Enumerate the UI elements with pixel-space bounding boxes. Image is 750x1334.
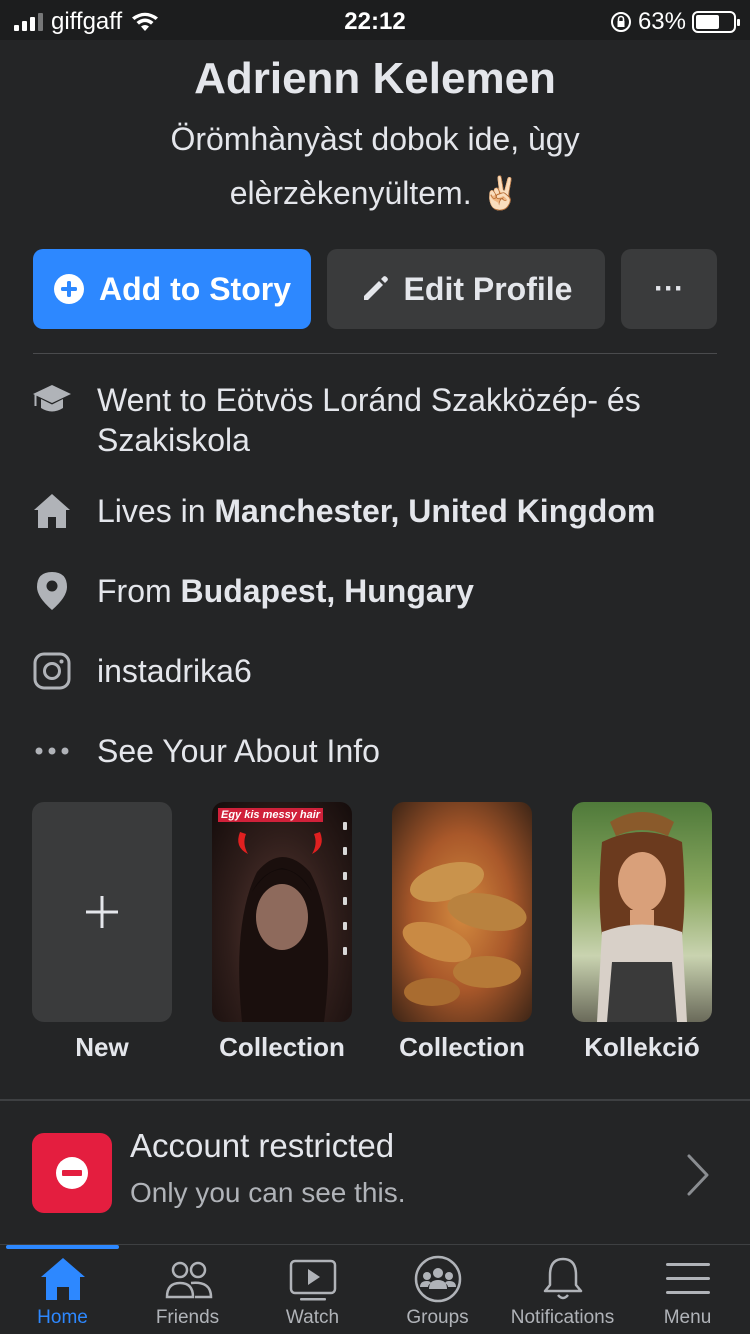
highlight-collection-2[interactable] [392, 802, 532, 1022]
friends-icon [165, 1261, 212, 1299]
from-prefix: From [97, 573, 181, 609]
highlight-thumbnail [392, 802, 532, 1022]
home-icon [32, 491, 72, 531]
info-education[interactable]: Went to Eötvös Loránd Szakközép- és Szak… [32, 380, 722, 460]
account-restricted-row[interactable]: Account restricted Only you can see this… [0, 1101, 750, 1244]
more-icon: ··· [654, 272, 684, 305]
edit-profile-button[interactable]: Edit Profile [327, 249, 605, 329]
tab-friends[interactable]: Friends [125, 1255, 250, 1329]
restricted-subtitle: Only you can see this. [130, 1177, 406, 1208]
see-about-label: See Your About Info [97, 733, 380, 769]
highlight-new[interactable] [32, 802, 172, 1022]
highlight-thumbnail: Egy kis messy hair [212, 802, 352, 1022]
battery-percent: 63% [637, 8, 686, 35]
orientation-lock-icon [610, 12, 631, 32]
highlight-overlay-text: Egy kis messy hair [218, 808, 324, 822]
watch-icon [289, 1259, 336, 1301]
highlight-label: New [75, 1032, 129, 1062]
info-from[interactable]: From Budapest, Hungary [32, 571, 722, 611]
from-location: Budapest, Hungary [180, 573, 474, 609]
more-dots-icon [32, 731, 72, 771]
add-to-story-button[interactable]: Add to Story [33, 249, 311, 329]
highlight-collection-1[interactable]: Egy kis messy hair [212, 802, 352, 1022]
instagram-icon [32, 651, 72, 691]
tab-notifications[interactable]: Notifications [500, 1255, 625, 1329]
add-to-story-label: Add to Story [99, 270, 291, 307]
bio-line-1: Örömhànyàst dobok ide, ùgy [170, 121, 580, 157]
education-prefix: Went to [97, 382, 216, 418]
tab-watch[interactable]: Watch [250, 1255, 375, 1329]
chevron-right-icon [687, 1154, 709, 1196]
tab-notifications-label: Notifications [510, 1307, 615, 1328]
tab-watch-label: Watch [285, 1307, 340, 1328]
highlight-label: Collection [219, 1032, 345, 1062]
battery-icon [692, 11, 740, 33]
groups-icon [414, 1255, 461, 1303]
status-bar: giffgaff 22:12 63% [0, 0, 750, 40]
tab-friends-label: Friends [155, 1307, 220, 1328]
bio-line-2: elèrzèkenyültem. ✌🏻 [229, 175, 521, 211]
tab-menu-label: Menu [663, 1307, 712, 1328]
restricted-title: Account restricted [130, 1127, 395, 1164]
tab-menu[interactable]: Menu [625, 1255, 750, 1329]
pencil-icon [363, 276, 388, 300]
edit-profile-label: Edit Profile [403, 270, 573, 307]
plus-icon [86, 896, 118, 928]
tab-home-label: Home [37, 1307, 88, 1328]
profile-bio: Örömhànyàst dobok ide, ùgy elèrzèkenyült… [100, 112, 650, 220]
active-tab-indicator [6, 1245, 119, 1249]
profile-name: Adrienn Kelemen [194, 54, 556, 103]
bottom-tab-bar: Home Friends Watch Groups Notifications … [0, 1244, 750, 1334]
graduation-cap-icon [32, 380, 72, 420]
highlight-thumbnail [572, 802, 712, 1022]
info-instagram[interactable]: instadrika6 [32, 651, 722, 691]
divider [33, 353, 717, 354]
home-icon [40, 1258, 85, 1300]
highlight-kollekcio[interactable] [572, 802, 712, 1022]
location-pin-icon [32, 571, 72, 611]
lives-location: Manchester, United Kingdom [214, 493, 656, 529]
restricted-icon [32, 1133, 112, 1213]
hamburger-menu-icon [665, 1263, 710, 1294]
info-lives-in[interactable]: Lives in Manchester, United Kingdom [32, 491, 722, 531]
info-see-about[interactable]: See Your About Info [32, 731, 722, 771]
tab-groups-label: Groups [406, 1307, 469, 1328]
plus-circle-icon [54, 274, 84, 304]
tab-home[interactable]: Home [0, 1255, 125, 1329]
highlight-label: Kollekció [584, 1032, 700, 1062]
highlight-label: Collection [399, 1032, 525, 1062]
bell-icon [543, 1257, 582, 1300]
tab-groups[interactable]: Groups [375, 1255, 500, 1329]
more-options-button[interactable]: ··· [621, 249, 717, 329]
instagram-handle: instadrika6 [97, 653, 252, 689]
lives-prefix: Lives in [97, 493, 215, 529]
